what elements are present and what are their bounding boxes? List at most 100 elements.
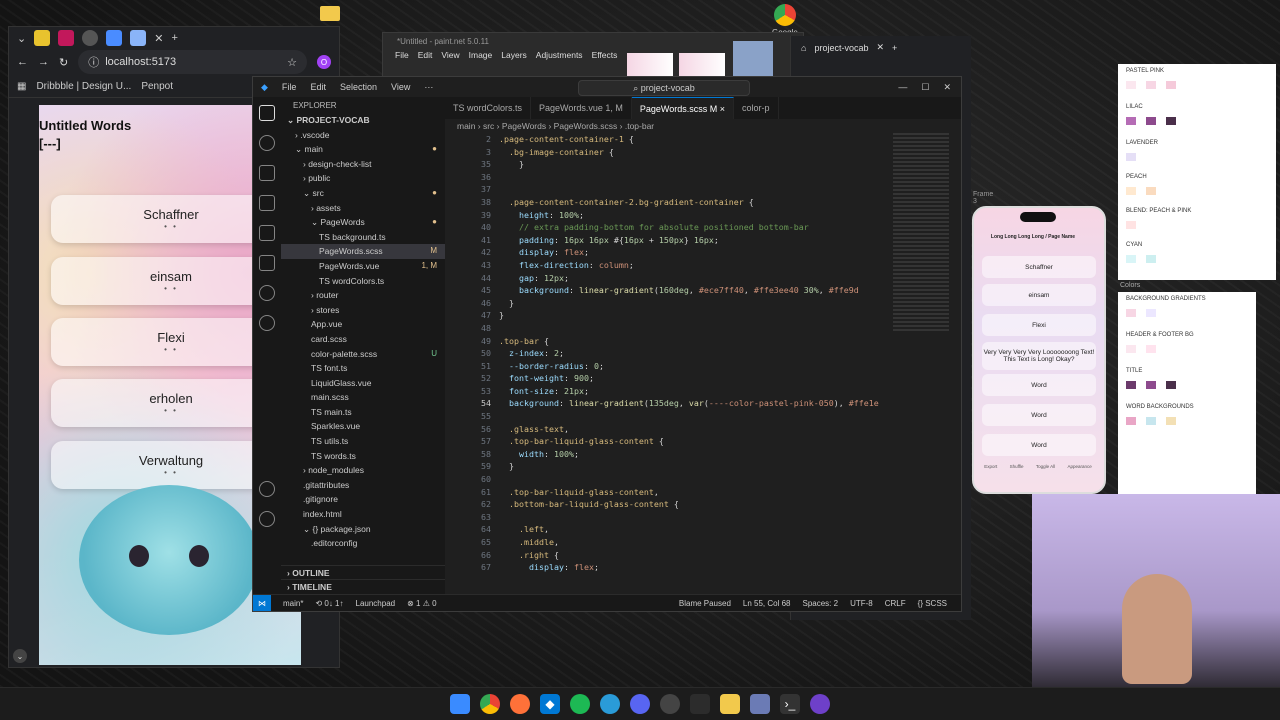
tab-icon-star[interactable]: [106, 30, 123, 46]
settings-gear-icon[interactable]: [259, 511, 275, 527]
close-tab-icon[interactable]: ✕: [876, 42, 884, 53]
command-center-search[interactable]: ⌕ project-vocab: [578, 80, 750, 96]
code-line[interactable]: 47}: [445, 309, 891, 322]
code-line[interactable]: 54 background: linear-gradient(135deg, v…: [445, 397, 891, 410]
encoding[interactable]: UTF-8: [850, 599, 873, 608]
editor-tab[interactable]: PageWords.scss M ×: [631, 97, 735, 119]
phone-word-card[interactable]: Word: [982, 404, 1096, 426]
spotify-icon[interactable]: [570, 694, 590, 714]
language-mode[interactable]: {} SCSS: [918, 599, 961, 608]
tab-icon-pink[interactable]: [58, 30, 75, 46]
menu-file[interactable]: File: [395, 50, 409, 60]
menu-edit[interactable]: Edit: [310, 82, 326, 92]
paintnet-thumbnail[interactable]: [627, 53, 673, 77]
tree-item[interactable]: TS words.ts: [281, 449, 445, 464]
code-line[interactable]: 40 // extra padding-bottom for absolute …: [445, 221, 891, 234]
source-control-icon[interactable]: [259, 165, 275, 181]
editor-tab[interactable]: PageWords.vue 1, M: [531, 97, 632, 119]
tab-search-icon[interactable]: ⌄: [17, 32, 26, 45]
code-line[interactable]: 35 }: [445, 158, 891, 171]
tree-item[interactable]: index.html: [281, 507, 445, 522]
nav-shuffle[interactable]: Shuffle: [1010, 464, 1024, 469]
code-line[interactable]: 61 .top-bar-liquid-glass-content,: [445, 486, 891, 499]
code-line[interactable]: 44 gap: 12px;: [445, 272, 891, 285]
menu-edit[interactable]: Edit: [418, 50, 433, 60]
scroll-down-icon[interactable]: ⌄: [13, 649, 27, 663]
blame-status[interactable]: Blame Paused: [679, 599, 731, 608]
edge-icon[interactable]: [600, 694, 620, 714]
tree-item[interactable]: .gitattributes: [281, 478, 445, 493]
chrome-desktop-icon[interactable]: [774, 4, 796, 26]
tree-item[interactable]: › design-check-list: [281, 157, 445, 172]
tree-item[interactable]: › node_modules: [281, 463, 445, 478]
tab-icon-globe[interactable]: [82, 30, 99, 46]
back-icon[interactable]: ←: [17, 56, 28, 68]
reload-icon[interactable]: ↻: [59, 56, 68, 69]
site-info-icon[interactable]: ⓘ: [88, 54, 99, 70]
close-tab-icon[interactable]: ✕: [154, 32, 163, 45]
tree-item[interactable]: PageWords.scss M: [281, 244, 445, 259]
code-line[interactable]: 41 padding: 16px 16px #{16px + 150px} 16…: [445, 234, 891, 247]
extensions-icon[interactable]: [259, 225, 275, 241]
code-line[interactable]: 3 .bg-image-container {: [445, 146, 891, 159]
code-line[interactable]: 2 .page-content-container-1 {: [445, 133, 891, 146]
timeline-section[interactable]: › TIMELINE: [281, 579, 451, 595]
folder-icon[interactable]: [320, 6, 340, 21]
github-icon[interactable]: [259, 285, 275, 301]
code-line[interactable]: 53 font-size: 21px;: [445, 385, 891, 398]
tree-item[interactable]: TS font.ts: [281, 361, 445, 376]
code-line[interactable]: 59 }: [445, 460, 891, 473]
paintnet-thumbnail[interactable]: [733, 41, 773, 77]
new-tab-icon[interactable]: +: [892, 43, 897, 53]
remote-icon[interactable]: ⋈: [253, 595, 271, 611]
tree-item[interactable]: TS main.ts: [281, 405, 445, 420]
code-line[interactable]: 63: [445, 511, 891, 524]
tree-item[interactable]: card.scss: [281, 332, 445, 347]
code-line[interactable]: 65 .middle,: [445, 536, 891, 549]
tree-item[interactable]: Sparkles.vue: [281, 419, 445, 434]
browser2-tab[interactable]: project-vocab: [814, 43, 868, 53]
tree-item[interactable]: ⌄ main ●: [281, 142, 445, 157]
nav-export[interactable]: Export: [984, 464, 997, 469]
forward-icon[interactable]: →: [38, 56, 49, 68]
menu-file[interactable]: File: [282, 82, 297, 92]
phone-word-card[interactable]: Very Very Very Very Looooooong Text! Thi…: [982, 342, 1096, 370]
github-desktop-icon[interactable]: [810, 694, 830, 714]
code-line[interactable]: 49 .top-bar {: [445, 335, 891, 348]
address-bar[interactable]: ⓘ localhost:5173 ☆: [78, 50, 307, 74]
nav-appearance[interactable]: Appearance: [1068, 464, 1092, 469]
phone-word-card[interactable]: Flexi: [982, 314, 1096, 336]
phone-word-card[interactable]: Word: [982, 374, 1096, 396]
minimize-icon[interactable]: —: [898, 82, 907, 92]
menu-view[interactable]: View: [441, 50, 459, 60]
code-line[interactable]: 62 .bottom-bar-liquid-glass-content {: [445, 498, 891, 511]
code-line[interactable]: 64 .left,: [445, 523, 891, 536]
code-line[interactable]: 48: [445, 322, 891, 335]
menu-adjustments[interactable]: Adjustments: [536, 50, 583, 60]
code-line[interactable]: 50 z-index: 2;: [445, 347, 891, 360]
tree-item[interactable]: color-palette.scss U: [281, 347, 445, 362]
nav-toggle-all[interactable]: Toggle All: [1036, 464, 1055, 469]
file-explorer-icon[interactable]: [720, 694, 740, 714]
apps-grid-icon[interactable]: ▦: [17, 81, 26, 92]
code-line[interactable]: 67 display: flex;: [445, 561, 891, 574]
code-line[interactable]: 38 .page-content-container-2.bg-gradient…: [445, 196, 891, 209]
chatgpt-icon[interactable]: [259, 315, 275, 331]
tree-item[interactable]: ⌄ src ●: [281, 186, 445, 201]
bookmark-dribbble[interactable]: Dribbble | Design U...: [36, 81, 131, 92]
home-icon[interactable]: ⌂: [801, 43, 806, 53]
problems-status[interactable]: ⊗ 1 ⚠ 0: [407, 599, 436, 608]
tree-item[interactable]: › assets: [281, 201, 445, 216]
code-line[interactable]: 36: [445, 171, 891, 184]
code-line[interactable]: 55: [445, 410, 891, 423]
code-line[interactable]: 39 height: 100%;: [445, 209, 891, 222]
remote-explorer-icon[interactable]: [259, 255, 275, 271]
bookmark-penpot[interactable]: Penpot: [141, 81, 173, 92]
tab-icon-yellow[interactable]: [34, 30, 51, 46]
tree-item[interactable]: TS utils.ts: [281, 434, 445, 449]
maximize-icon[interactable]: ☐: [921, 82, 929, 93]
minimap[interactable]: [893, 133, 949, 595]
line-ending[interactable]: CRLF: [885, 599, 906, 608]
code-line[interactable]: 60: [445, 473, 891, 486]
code-line[interactable]: 58 width: 100%;: [445, 448, 891, 461]
